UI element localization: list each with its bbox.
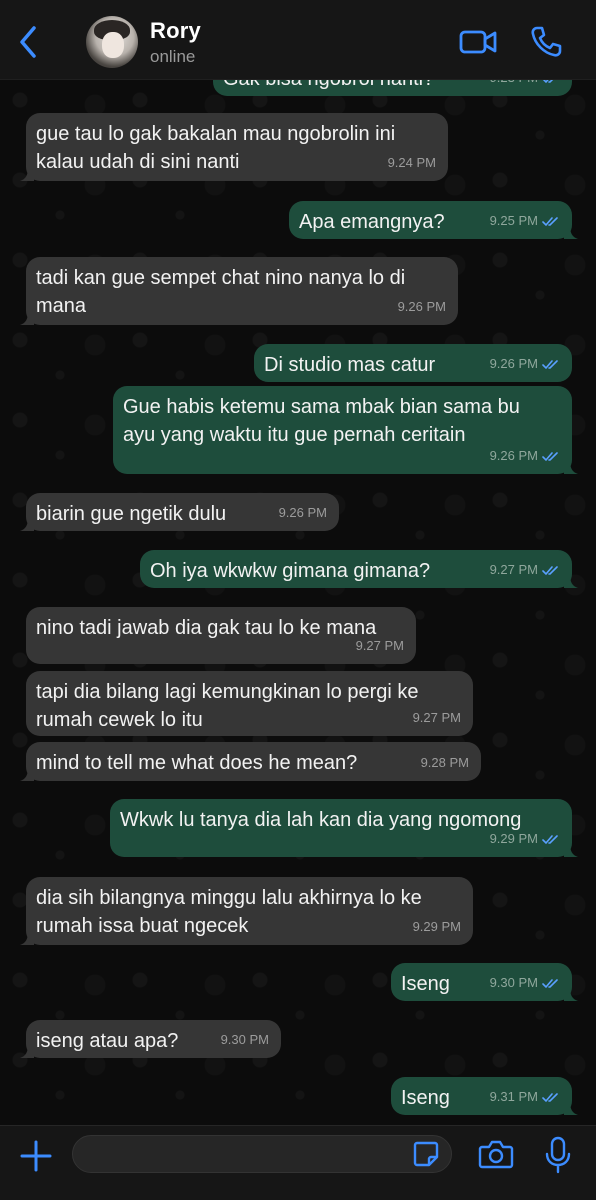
message-bubble-outgoing[interactable]: Iseng 9.31 PM <box>391 1077 578 1115</box>
message-meta: 9.30 PM <box>490 969 560 997</box>
message-bubble-outgoing[interactable]: Gue habis ketemu sama mbak bian sama bu … <box>113 386 578 474</box>
message-meta: 9.26 PM <box>490 350 560 378</box>
read-ticks-icon <box>542 451 558 461</box>
message-bubble-outgoing[interactable]: Oh iya wkwkw gimana gimana? 9.27 PM <box>140 550 578 588</box>
message-time: 9.27 PM <box>412 710 461 725</box>
message-time: 9.29 PM <box>412 919 461 934</box>
message-meta: 9.27 PM <box>356 632 404 660</box>
message-time: 9.23 PM <box>490 80 538 92</box>
message-time: 9.27 PM <box>489 562 538 577</box>
message-time: 9.25 PM <box>489 213 538 228</box>
message-text: dia sih bilangnya minggu lalu akhirnya l… <box>36 887 422 937</box>
video-call-icon[interactable] <box>458 24 498 60</box>
read-ticks-icon <box>542 1092 558 1102</box>
message-meta: 9.24 PM <box>388 149 436 177</box>
message-time: 9.26 PM <box>489 448 538 463</box>
message-bubble-incoming[interactable]: dia sih bilangnya minggu lalu akhirnya l… <box>20 877 473 945</box>
message-bubble-outgoing[interactable]: Apa emangnya? 9.25 PM <box>289 201 578 239</box>
message-time: 9.30 PM <box>220 1032 269 1047</box>
message-meta: 9.26 PM <box>279 499 327 527</box>
message-meta: 9.27 PM <box>413 704 461 732</box>
message-bubble-incoming[interactable]: mind to tell me what does he mean? 9.28 … <box>20 742 481 781</box>
message-time: 9.26 PM <box>397 299 446 314</box>
message-bubble-incoming[interactable]: gue tau lo gak bakalan mau ngobrolin ini… <box>20 113 448 181</box>
avatar[interactable] <box>86 16 138 68</box>
message-bubble-outgoing[interactable]: Wkwk lu tanya dia lah kan dia yang ngomo… <box>110 799 578 857</box>
back-chevron-icon[interactable] <box>14 24 44 60</box>
message-list[interactable]: Gak bisa ngobrol nanti? 9.23 PM gue tau … <box>0 80 596 1125</box>
message-bubble-incoming[interactable]: tapi dia bilang lagi kemungkinan lo perg… <box>26 671 473 736</box>
plus-icon[interactable] <box>18 1138 54 1174</box>
message-bubble-outgoing[interactable]: Di studio mas catur 9.26 PM <box>254 344 572 382</box>
read-ticks-icon <box>542 216 558 226</box>
message-meta: 9.26 PM <box>490 442 560 470</box>
message-text: nino tadi jawab dia gak tau lo ke mana <box>36 617 377 639</box>
message-meta: 9.29 PM <box>413 913 461 941</box>
message-time: 9.29 PM <box>489 831 538 846</box>
message-meta: 9.25 PM <box>490 207 560 235</box>
message-meta: 9.29 PM <box>490 825 560 853</box>
camera-icon[interactable] <box>478 1138 514 1170</box>
message-bubble-outgoing[interactable]: Gak bisa ngobrol nanti? 9.23 PM <box>213 80 572 96</box>
message-meta: 9.23 PM <box>490 80 560 92</box>
message-time: 9.26 PM <box>489 356 538 371</box>
message-text: tapi dia bilang lagi kemungkinan lo perg… <box>36 681 419 731</box>
microphone-icon[interactable] <box>544 1136 572 1174</box>
contact-status: online <box>150 47 196 66</box>
message-composer <box>0 1125 596 1200</box>
message-text: tadi kan gue sempet chat nino nanya lo d… <box>36 267 406 317</box>
message-text: Gue habis ketemu sama mbak bian sama bu … <box>123 396 520 446</box>
message-time: 9.24 PM <box>387 155 436 170</box>
contact-name[interactable]: Rory <box>150 18 201 44</box>
message-bubble-incoming[interactable]: biarin gue ngetik dulu 9.26 PM <box>20 493 339 531</box>
message-text: gue tau lo gak bakalan mau ngobrolin ini… <box>36 123 396 173</box>
message-meta: 9.31 PM <box>490 1083 560 1111</box>
read-ticks-icon <box>543 80 553 83</box>
message-meta: 9.26 PM <box>398 293 446 321</box>
read-ticks-icon <box>542 359 558 369</box>
message-time: 9.26 PM <box>278 505 327 520</box>
message-meta: 9.30 PM <box>221 1026 269 1054</box>
message-meta: 9.27 PM <box>490 556 560 584</box>
read-ticks-icon <box>542 834 558 844</box>
message-bubble-incoming[interactable]: iseng atau apa? 9.30 PM <box>20 1020 281 1058</box>
message-time: 9.27 PM <box>355 638 404 653</box>
message-time: 9.31 PM <box>489 1089 538 1104</box>
message-input[interactable] <box>72 1135 452 1173</box>
message-text: mind to tell me what does he mean? <box>36 752 358 774</box>
read-ticks-icon <box>542 978 558 988</box>
message-bubble-outgoing[interactable]: Iseng 9.30 PM <box>391 963 578 1001</box>
message-time: 9.28 PM <box>420 755 469 770</box>
message-meta: 9.28 PM <box>421 749 469 777</box>
read-ticks-icon <box>542 565 558 575</box>
message-bubble-incoming[interactable]: tadi kan gue sempet chat nino nanya lo d… <box>20 257 458 325</box>
message-time: 9.30 PM <box>489 975 538 990</box>
sticker-icon[interactable] <box>412 1140 440 1168</box>
phone-icon[interactable] <box>528 24 564 60</box>
chat-header: Rory online <box>0 0 596 80</box>
message-bubble-incoming[interactable]: nino tadi jawab dia gak tau lo ke mana 9… <box>26 607 416 664</box>
